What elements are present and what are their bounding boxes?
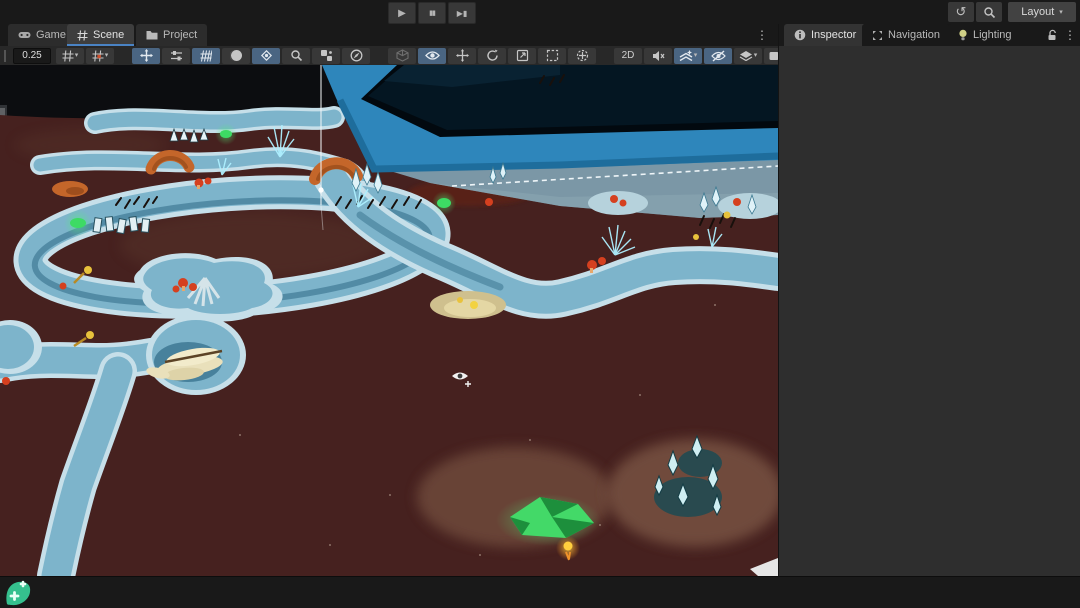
sliders-icon <box>170 50 183 62</box>
kebab-icon: ⋮ <box>1064 28 1076 42</box>
tab-inspector-label: Inspector <box>811 29 856 41</box>
chevron-down-icon: ▾ <box>75 52 79 59</box>
navigation-icon <box>872 30 883 41</box>
search-icon <box>983 6 996 19</box>
play-icon: ▶ <box>398 8 406 19</box>
play-controls: ▶ ▮▮ ▶▮ <box>388 2 476 24</box>
search-icon <box>290 49 303 62</box>
tab-lighting[interactable]: Lighting <box>948 24 1022 46</box>
scale-tool-button[interactable] <box>508 48 536 64</box>
kebab-icon: ⋮ <box>756 28 768 42</box>
chevron-down-icon: ▾ <box>754 52 758 59</box>
tab-navigation-label: Navigation <box>888 29 940 41</box>
undo-history-button[interactable]: ↺ <box>948 2 974 22</box>
chevron-down-icon: ▾ <box>105 52 109 59</box>
diamond-eye-icon <box>260 49 273 62</box>
scene-pane-menu-button[interactable]: ⋮ <box>754 24 770 46</box>
play-button[interactable]: ▶ <box>388 2 416 24</box>
scene-visibility-button[interactable] <box>418 48 446 64</box>
scene-viewport[interactable] <box>0 65 778 576</box>
scene-search-button[interactable] <box>282 48 310 64</box>
scene-template-plus-icon[interactable] <box>4 580 32 607</box>
toolbar-drag-handle[interactable] <box>4 50 6 62</box>
layout-label: Layout <box>1021 6 1054 18</box>
layers-icon <box>739 50 753 61</box>
snap-grid-icon <box>92 50 104 62</box>
history-icon: ↺ <box>956 4 967 20</box>
transform-tool-button[interactable] <box>568 48 596 64</box>
grid-icon <box>77 30 88 41</box>
audio-mute-button[interactable] <box>644 48 672 64</box>
cube-icon <box>396 49 409 62</box>
snap-increment-button[interactable]: ▾ <box>86 48 114 64</box>
hierarchy-boxes-icon <box>320 49 333 62</box>
tab-scene[interactable]: Scene <box>67 24 134 46</box>
scale-icon <box>516 49 529 62</box>
view-pan-button[interactable] <box>448 48 476 64</box>
tab-inspector[interactable]: Inspector <box>784 24 866 46</box>
unlock-icon <box>1047 29 1058 41</box>
layers-visibility-button[interactable]: ▾ <box>734 48 762 64</box>
component-compass-button[interactable] <box>342 48 370 64</box>
inspector-panel-body <box>779 46 1080 576</box>
tab-game[interactable]: Game <box>8 24 76 46</box>
sphere-icon <box>230 49 243 62</box>
chevron-down-icon: ▾ <box>694 52 698 59</box>
rect-tool-icon <box>546 49 559 62</box>
gizmo-cube-button[interactable] <box>388 48 416 64</box>
light-probe-button[interactable] <box>252 48 280 64</box>
pan-arrows-icon <box>456 49 469 62</box>
snap-move-button[interactable] <box>192 48 220 64</box>
pause-icon: ▮▮ <box>429 9 435 17</box>
main-toolbar: ▶ ▮▮ ▶▮ ↺ Layout ▾ <box>0 0 1080 24</box>
tab-game-label: Game <box>36 29 66 41</box>
rotate-tool-button[interactable] <box>478 48 506 64</box>
info-icon <box>794 29 806 41</box>
transform-gizmo-icon <box>576 49 589 62</box>
speaker-muted-icon <box>652 50 665 62</box>
rotate-icon <box>486 49 499 62</box>
gameobject-select-button[interactable] <box>312 48 340 64</box>
compass-icon <box>350 49 363 62</box>
shaded-sphere-button[interactable] <box>222 48 250 64</box>
tab-project-label: Project <box>163 29 197 41</box>
effects-toggle-button[interactable]: ▾ <box>674 48 702 64</box>
effects-layers-icon <box>679 50 693 62</box>
step-button[interactable]: ▶▮ <box>448 2 476 24</box>
eye-icon <box>425 50 440 61</box>
tab-lighting-label: Lighting <box>973 29 1012 41</box>
scene-view-toolbar: ▾ ▾ <box>0 46 778 66</box>
move-icon <box>140 49 153 62</box>
grid-opacity-field[interactable] <box>13 48 51 64</box>
unity-editor-window: ▶ ▮▮ ▶▮ ↺ Layout ▾ Game Scene <box>0 0 1080 608</box>
status-bar <box>0 576 1080 608</box>
rect-tool-button[interactable] <box>538 48 566 64</box>
folder-icon <box>146 30 158 40</box>
step-icon: ▶▮ <box>457 9 468 18</box>
grid-axis-icon <box>62 50 74 62</box>
2d-mode-button[interactable]: 2D <box>614 48 642 64</box>
tab-navigation[interactable]: Navigation <box>862 24 950 46</box>
inspector-lock-button[interactable] <box>1042 24 1062 46</box>
hatch-grid-icon <box>200 50 212 62</box>
chevron-down-icon: ▾ <box>1059 9 1063 16</box>
blue-base-structure[interactable] <box>322 65 778 172</box>
move-tool-button[interactable] <box>132 48 160 64</box>
gamepad-icon <box>18 30 31 40</box>
tool-settings-button[interactable] <box>162 48 190 64</box>
hidden-objects-button[interactable] <box>704 48 732 64</box>
2d-mode-label: 2D <box>622 50 635 61</box>
tab-project[interactable]: Project <box>136 24 207 46</box>
lightbulb-icon <box>958 29 968 41</box>
grid-visibility-button[interactable]: ▾ <box>56 48 84 64</box>
tab-strip: Game Scene Project ⋮ Inspector <box>0 24 1080 46</box>
search-button[interactable] <box>976 2 1002 22</box>
inspector-pane-menu-button[interactable]: ⋮ <box>1062 24 1078 46</box>
eye-slash-icon <box>711 50 726 62</box>
pause-button[interactable]: ▮▮ <box>418 2 446 24</box>
layout-dropdown[interactable]: Layout ▾ <box>1008 2 1076 22</box>
tab-scene-label: Scene <box>93 29 124 41</box>
